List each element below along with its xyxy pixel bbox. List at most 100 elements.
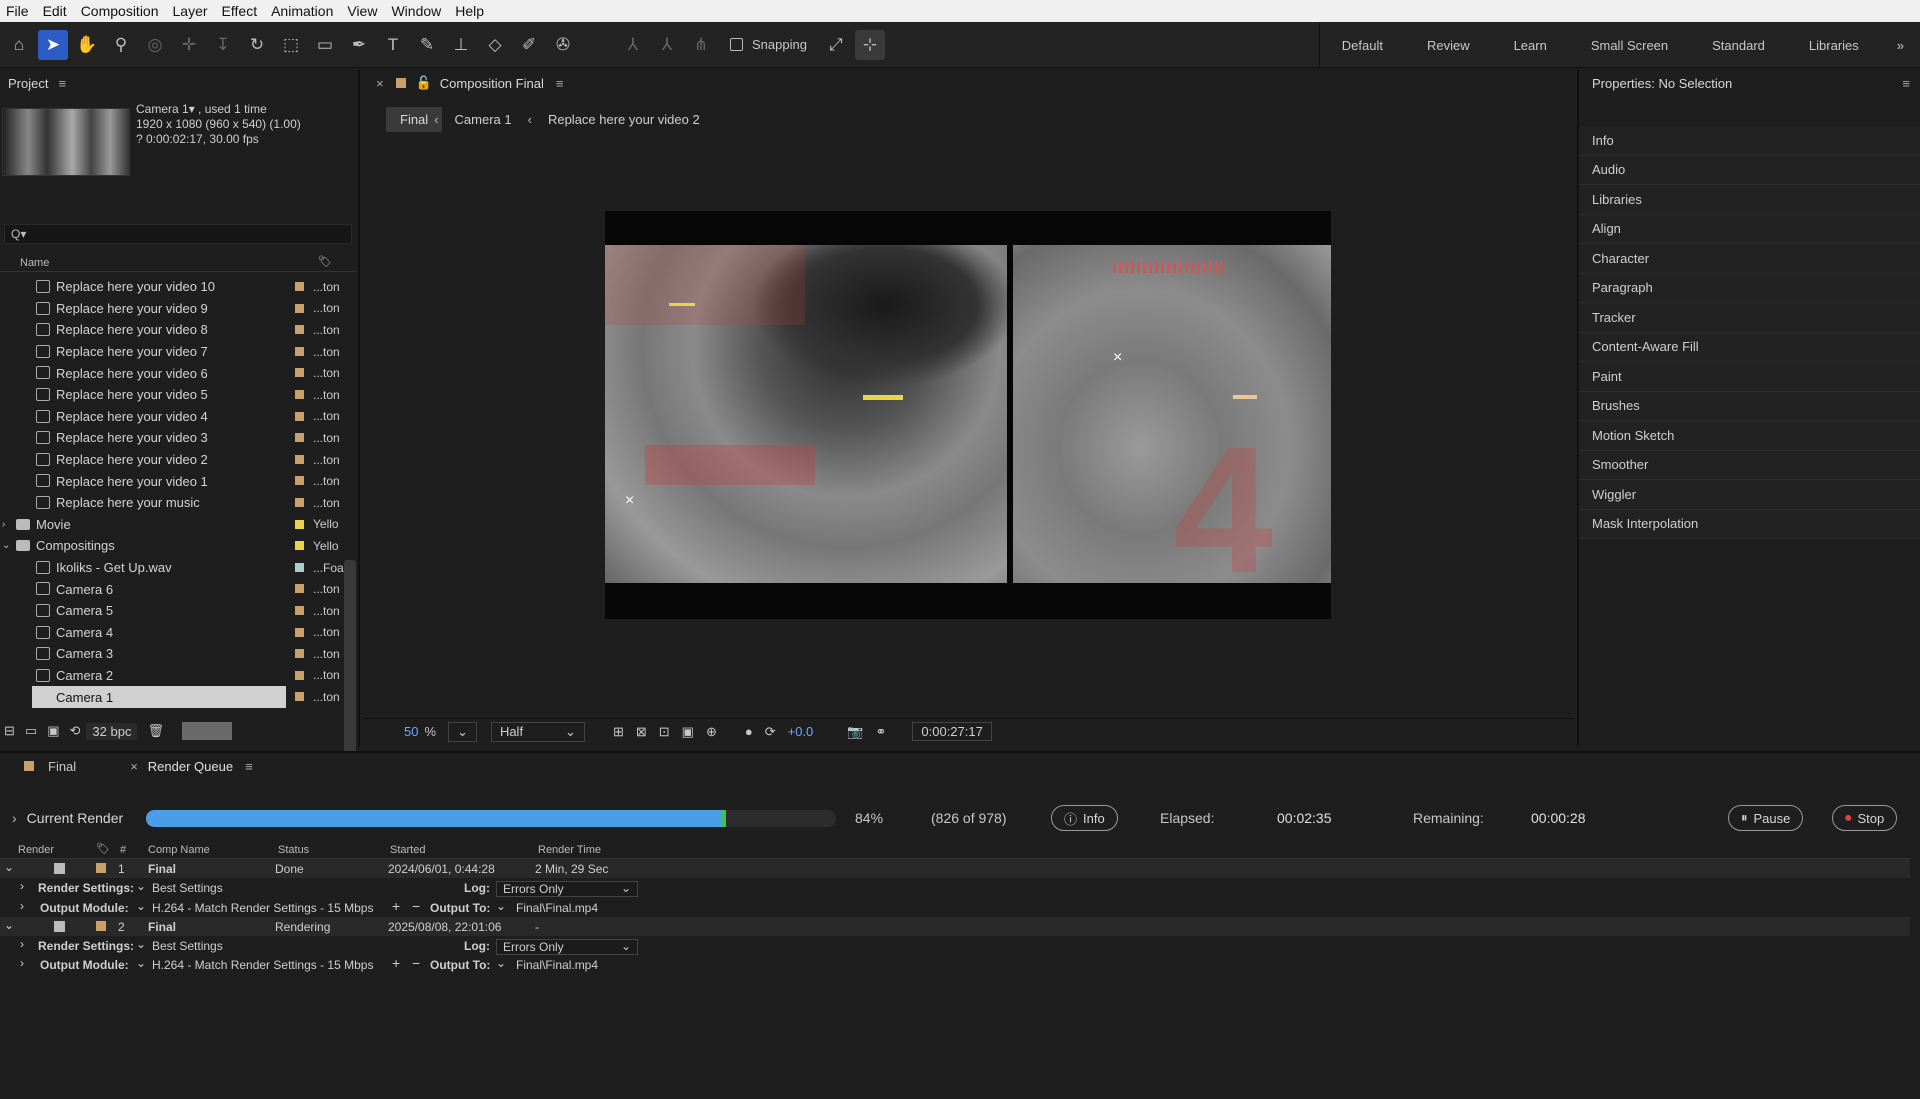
properties-panel-item[interactable]: Content-Aware Fill — [1579, 332, 1920, 362]
remove-output-icon[interactable]: − — [412, 955, 420, 971]
menu-file[interactable]: File — [0, 3, 37, 19]
render-column-header[interactable]: Render — [18, 844, 54, 856]
tab-final[interactable]: Final — [48, 759, 76, 774]
workspace-default[interactable]: Default — [1320, 38, 1405, 53]
properties-panel-item[interactable]: Info — [1579, 126, 1920, 156]
label-color-swatch[interactable] — [295, 562, 304, 572]
project-item[interactable]: Camera 4 ...ton — [0, 622, 356, 644]
label-color-swatch[interactable] — [295, 627, 304, 637]
properties-panel-item[interactable]: Paint — [1579, 362, 1920, 392]
project-item[interactable]: Replace here your music ...ton — [0, 492, 356, 514]
label-color-swatch[interactable] — [295, 670, 304, 680]
flowchart-icon[interactable]: ⟲ — [70, 723, 81, 739]
project-item[interactable]: Replace here your video 3 ...ton — [0, 427, 356, 449]
render-checkbox[interactable] — [54, 920, 65, 932]
axis-local-icon[interactable]: ⅄ — [618, 30, 648, 60]
menu-edit[interactable]: Edit — [37, 3, 75, 19]
chevron-right-icon[interactable]: › — [20, 879, 24, 893]
panel-menu-icon[interactable]: ≡ — [58, 76, 66, 91]
render-settings-value[interactable]: Best Settings — [152, 881, 223, 895]
label-column-icon[interactable]: 🏷 — [318, 255, 332, 268]
magnification-dropdown[interactable]: ⌄ — [448, 721, 477, 742]
name-column-header[interactable]: Name — [20, 257, 49, 269]
label-color-swatch[interactable] — [295, 368, 304, 378]
chevron-right-icon[interactable]: › — [20, 899, 24, 913]
log-select[interactable]: Errors Only ⌄ — [496, 881, 638, 898]
project-item[interactable]: Ikoliks - Get Up.wav ...Foa — [0, 557, 356, 579]
project-item[interactable]: Camera 3 ...ton — [0, 643, 356, 665]
properties-panel-item[interactable]: Motion Sketch — [1579, 421, 1920, 451]
properties-panel-item[interactable]: Smoother — [1579, 450, 1920, 480]
label-color-swatch[interactable] — [295, 605, 304, 615]
type-tool-icon[interactable]: T — [378, 30, 408, 60]
snapshot-icon[interactable]: 📷 — [847, 724, 863, 740]
menu-layer[interactable]: Layer — [167, 3, 216, 19]
panel-menu-icon[interactable]: ≡ — [556, 76, 564, 91]
chevron-right-icon[interactable]: › — [20, 937, 24, 951]
project-item[interactable]: Replace here your video 4 ...ton — [0, 406, 356, 428]
lock-icon[interactable]: 🔓 — [416, 75, 432, 91]
show-snapshot-icon[interactable]: ⚭ — [875, 724, 886, 740]
project-scrollbar[interactable] — [344, 560, 356, 780]
workspace-standard[interactable]: Standard — [1690, 38, 1787, 53]
label-color-swatch[interactable] — [295, 584, 304, 594]
chevron-down-icon[interactable]: ⌄ — [136, 956, 146, 970]
snap-edges-icon[interactable]: ⤢ — [821, 30, 851, 60]
properties-panel-item[interactable]: Libraries — [1579, 185, 1920, 215]
selection-tool-icon[interactable]: ➤ — [38, 29, 68, 60]
magnification-value[interactable]: 50 — [404, 724, 418, 739]
eraser-tool-icon[interactable]: ◇ — [480, 30, 510, 60]
rectangle-tool-icon[interactable]: ▭ — [310, 30, 340, 60]
label-color-swatch[interactable] — [295, 454, 304, 464]
add-output-icon[interactable]: + — [392, 898, 400, 914]
menu-window[interactable]: Window — [385, 3, 449, 19]
project-item[interactable]: › Movie Yello — [0, 514, 356, 536]
trash-icon[interactable]: 🗑 — [147, 723, 164, 739]
exposure-value[interactable]: +0.0 — [788, 724, 814, 739]
project-item[interactable]: Camera 6 ...ton — [0, 578, 356, 600]
menu-animation[interactable]: Animation — [265, 3, 341, 19]
bit-depth-button[interactable]: 32 bpc — [86, 722, 138, 740]
chevron-down-icon[interactable]: ⌄ — [136, 899, 146, 913]
project-item[interactable]: Camera 5 ...ton — [0, 600, 356, 622]
label-swatch[interactable] — [96, 863, 106, 873]
properties-panel-title[interactable]: Properties: No Selection — [1592, 76, 1732, 91]
started-column-header[interactable]: Started — [390, 844, 425, 856]
snap-features-icon[interactable]: ⊹ — [854, 29, 885, 60]
info-button[interactable]: ⓘ Info — [1051, 805, 1118, 831]
mask-visibility-icon[interactable]: ⊡ — [659, 724, 670, 740]
pan-camera-icon[interactable]: ✛ — [174, 30, 204, 60]
item-comp-name[interactable]: Final — [148, 920, 176, 934]
output-path[interactable]: Final\Final.mp4 — [516, 958, 598, 972]
properties-panel-item[interactable]: Character — [1579, 244, 1920, 274]
roto-brush-icon[interactable]: ✐ — [514, 30, 544, 60]
folder-twirl-icon[interactable]: ⌄ — [2, 540, 10, 551]
workspace-overflow-icon[interactable]: » — [1881, 38, 1920, 53]
menu-view[interactable]: View — [341, 3, 385, 19]
interpret-footage-icon[interactable]: ⊟ — [4, 723, 15, 739]
label-color-swatch[interactable] — [295, 282, 304, 291]
chevron-down-icon[interactable]: ⌄ — [4, 860, 14, 874]
output-module-value[interactable]: H.264 - Match Render Settings - 15 Mbps — [152, 958, 373, 972]
axis-world-icon[interactable]: ⅄ — [652, 30, 682, 60]
render-settings-value[interactable]: Best Settings — [152, 939, 223, 953]
project-item[interactable]: ⌄ Compositings Yello — [0, 535, 356, 557]
composition-panel-title[interactable]: Composition Final — [440, 76, 544, 91]
menu-composition[interactable]: Composition — [75, 3, 167, 19]
project-search-input[interactable]: Q▾ — [4, 224, 352, 244]
new-composition-icon[interactable]: ▣ — [47, 723, 59, 739]
comp-name-column-header[interactable]: Comp Name — [148, 844, 210, 856]
pan-behind-icon[interactable]: ⬚ — [276, 30, 306, 60]
output-module-value[interactable]: H.264 - Match Render Settings - 15 Mbps — [152, 901, 373, 915]
panel-menu-icon[interactable]: ≡ — [1902, 76, 1910, 91]
remove-output-icon[interactable]: − — [412, 898, 420, 914]
status-column-header[interactable]: Status — [278, 844, 309, 856]
brush-tool-icon[interactable]: ✎ — [412, 30, 442, 60]
label-color-swatch[interactable] — [295, 303, 304, 313]
region-of-interest-icon[interactable]: ▣ — [682, 724, 694, 740]
snapping-checkbox[interactable] — [730, 38, 743, 51]
transparency-grid-icon[interactable]: ⊠ — [636, 724, 647, 740]
zoom-tool-icon[interactable]: ⚲ — [106, 30, 136, 60]
puppet-pin-icon[interactable]: ✇ — [548, 30, 578, 60]
close-tab-icon[interactable]: × — [130, 759, 138, 774]
